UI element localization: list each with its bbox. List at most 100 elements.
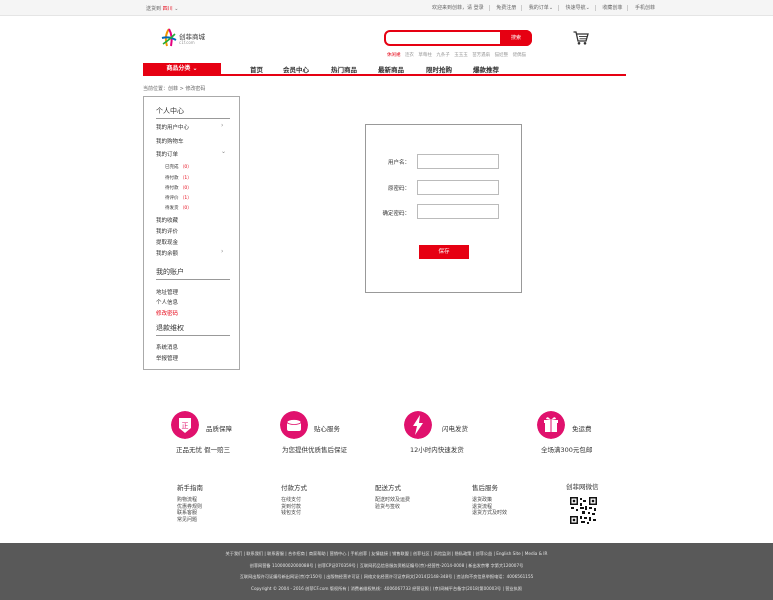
guarantee-free-shipping: 免运费 全场满300元包邮: [537, 411, 637, 456]
old-password-field[interactable]: [417, 180, 499, 195]
footer-link[interactable]: 在线支付: [281, 497, 307, 504]
sidebar-item-messages[interactable]: 系统消息: [156, 343, 178, 351]
register-link[interactable]: 免费注册: [496, 4, 516, 11]
cart-icon[interactable]: [573, 31, 589, 45]
guarantee-title: 免运费: [572, 425, 592, 433]
order-status-count: （1）: [179, 176, 192, 181]
category-menu-button[interactable]: 商品分类 ⌄: [143, 63, 221, 75]
lightning-icon: [404, 411, 432, 439]
nav-new-products[interactable]: 最新商品: [378, 64, 404, 74]
svg-text:正: 正: [182, 422, 189, 430]
my-orders-link[interactable]: 我的订单: [529, 4, 549, 11]
order-status-label: 待付款: [165, 186, 179, 191]
username-label: 用户名：: [387, 160, 410, 166]
sidebar-item-withdraw[interactable]: 提取现金: [156, 238, 178, 246]
chevron-down-icon: ⌄: [221, 148, 227, 155]
username-field[interactable]: [417, 154, 499, 169]
wechat-title: 创菲网微信: [566, 483, 599, 491]
order-status-label: 待评价: [165, 196, 179, 201]
order-status-pending-payment[interactable]: 待付款 （1）: [165, 175, 192, 181]
footer-col-aftersale: 售后服务 退货政策 退货流程 退货方式及时效: [472, 482, 507, 517]
section-title-refund: 退款维权: [156, 323, 230, 336]
chevron-down-icon: ⌄: [174, 6, 179, 12]
mobile-link[interactable]: 手机创菲: [635, 4, 655, 11]
footer-link[interactable]: 退货政策: [472, 497, 507, 504]
favorite-link[interactable]: 收藏创菲: [602, 4, 622, 11]
order-status-count: （1）: [179, 196, 192, 201]
chevron-right-icon: ›: [221, 122, 224, 129]
main-nav: 商品分类 ⌄ 首页 会员中心 热门商品 最新商品 限时抢购 爆款推荐: [143, 63, 626, 76]
order-status-label: 待发货: [165, 206, 179, 211]
hot-word[interactable]: 佬偶猫: [513, 53, 527, 58]
footer-link[interactable]: 配送时效及运费: [375, 497, 410, 504]
location-prefix: 送货到: [146, 6, 162, 12]
footer-license-row: 互联网出版许可证编号新出网证(京)字150号 | 出版物经营许可证 | 网络文化…: [239, 574, 534, 579]
guarantee-service: 贴心服务 为您提供优质售后保证: [280, 411, 390, 456]
quick-nav-link[interactable]: 快速导航: [566, 4, 586, 11]
order-status-count: （0）: [179, 206, 192, 211]
nav-recommended[interactable]: 爆款推荐: [473, 64, 499, 74]
hot-word[interactable]: 苗芳遇扇: [472, 53, 490, 58]
footer-col-wechat: 创菲网微信: [566, 481, 599, 496]
save-button[interactable]: 保存: [419, 245, 469, 259]
footer-copyright: Copyright © 2004 - 2016 创菲CF.com 版权所有 | …: [251, 586, 522, 591]
footer-link[interactable]: 退货方式及时效: [472, 510, 507, 517]
user-sidebar: 个人中心 我的用户中心 › 我的购物车 我的订单 ⌄ 已完成 （0） 待付款 （…: [143, 96, 240, 370]
hot-word[interactable]: 九条子: [436, 53, 450, 58]
order-status-count: （0）: [179, 186, 192, 191]
logo-mark-icon: [161, 28, 177, 47]
footer-link[interactable]: 钱包支付: [281, 510, 307, 517]
order-status-label: 已完成: [165, 165, 179, 170]
welcome-login-link[interactable]: 欢迎来到创菲，请 登录: [432, 4, 484, 11]
guarantee-desc: 为您提供优质售后保证: [282, 446, 347, 454]
sidebar-item-cart[interactable]: 我的购物车: [156, 137, 184, 145]
footer-link[interactable]: 联系客服: [177, 510, 203, 517]
sidebar-item-favorites[interactable]: 我的收藏: [156, 216, 178, 224]
section-title-personal: 个人中心: [156, 106, 230, 119]
sidebar-item-balance[interactable]: 我的余额: [156, 249, 178, 257]
nav-member-center[interactable]: 会员中心: [283, 64, 309, 74]
sidebar-item-reviews[interactable]: 我的评价: [156, 227, 178, 235]
footer-col-payment: 付款方式 在线支付 货到付款 钱包支付: [281, 482, 307, 517]
footer-col-title: 新手指南: [177, 484, 203, 492]
sidebar-item-change-password[interactable]: 修改密码: [156, 309, 178, 317]
guarantee-desc: 正品无忧 假一赔三: [176, 446, 231, 454]
section-title-account: 我的账户: [156, 267, 230, 280]
chevron-right-icon: ›: [221, 248, 224, 255]
hot-word[interactable]: 猫娃整: [495, 53, 509, 58]
footer-col-guide: 新手指南 购物流程 优惠券规则 联系客服 常见问题: [177, 482, 203, 523]
confirm-password-field[interactable]: [417, 204, 499, 219]
hot-word[interactable]: 玉玉玉: [454, 53, 468, 58]
footer-links-row[interactable]: 关于我们 | 联系我们 | 联系客服 | 合作招商 | 商家帮助 | 营销中心 …: [0, 551, 773, 557]
sidebar-item-user-center[interactable]: 我的用户中心: [156, 123, 189, 131]
guarantee-shipping: 闪电发货 12小时内快速发货: [404, 411, 504, 456]
nav-flash-sale[interactable]: 限时抢购: [426, 64, 452, 74]
order-status-completed[interactable]: 已完成 （0）: [165, 164, 192, 170]
nav-home[interactable]: 首页: [250, 64, 263, 74]
order-status-to-review[interactable]: 待评价 （1）: [165, 195, 192, 201]
hot-word[interactable]: 休闲裙: [387, 53, 401, 58]
search-input[interactable]: [390, 33, 500, 44]
delivery-location[interactable]: 送货到 四川 ⌄: [146, 5, 178, 12]
order-status-unpaid[interactable]: 待付款 （0）: [165, 185, 192, 191]
footer-link[interactable]: 常见问题: [177, 517, 203, 524]
old-password-label: 原密码：: [387, 186, 410, 192]
sidebar-item-profile[interactable]: 个人信息: [156, 298, 178, 306]
sidebar-item-reports[interactable]: 举报管理: [156, 354, 178, 362]
hot-word[interactable]: 连衣: [405, 53, 414, 58]
footer-col-delivery: 配送方式 配送时效及运费 验货与签收: [375, 482, 410, 510]
footer-link[interactable]: 购物流程: [177, 497, 203, 504]
sidebar-item-address[interactable]: 地址管理: [156, 288, 178, 296]
category-label: 商品分类: [166, 65, 191, 72]
order-status-to-ship[interactable]: 待发货 （0）: [165, 205, 192, 211]
nav-hot-products[interactable]: 热门商品: [331, 64, 357, 74]
top-links: 欢迎来到创菲，请 登录 免费注册 我的订单⌄ 快速导航⌄ 收藏创菲 手机创菲: [432, 4, 656, 11]
hot-word[interactable]: 草莓柱: [418, 53, 432, 58]
search-button[interactable]: 搜索: [500, 30, 532, 46]
location-city[interactable]: 四川: [163, 6, 173, 12]
sidebar-item-orders[interactable]: 我的订单: [156, 150, 178, 158]
site-footer: 关于我们 | 联系我们 | 联系客服 | 合作招商 | 商家帮助 | 营销中心 …: [0, 543, 773, 600]
site-logo[interactable]: 创菲商城 c1f.com: [161, 28, 221, 50]
footer-link[interactable]: 验货与签收: [375, 504, 410, 511]
genuine-icon: 正: [171, 411, 199, 439]
